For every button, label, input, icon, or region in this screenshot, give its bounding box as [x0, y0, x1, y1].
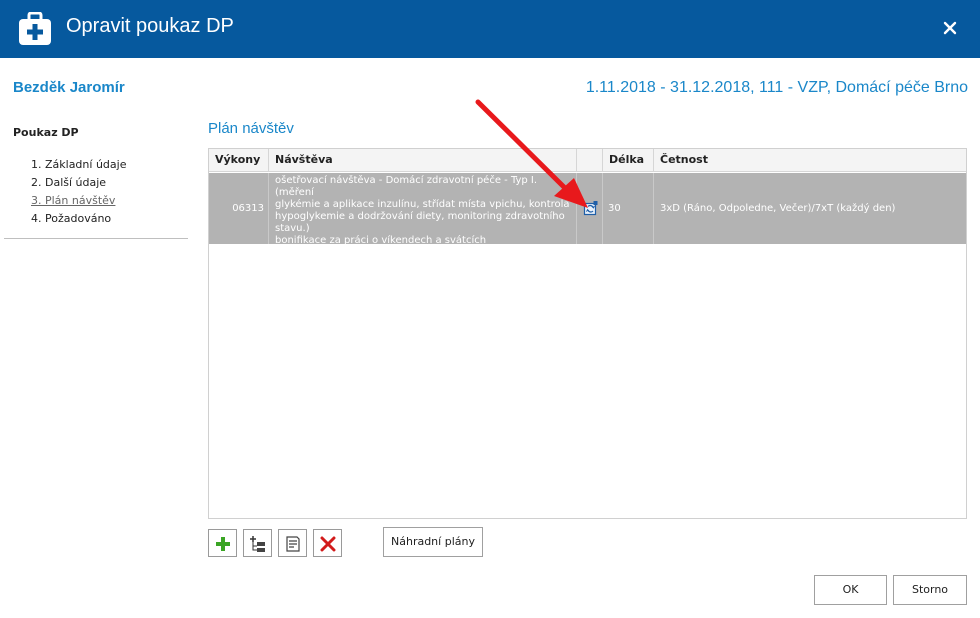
sidebar-item-other-info[interactable]: 2. Další údaje	[31, 174, 126, 192]
close-icon[interactable]	[940, 18, 960, 38]
delete-icon	[320, 536, 336, 552]
annotation-arrow-icon	[475, 99, 588, 208]
add-subitem-button[interactable]	[243, 529, 272, 557]
row-procedure-code: 06313	[209, 173, 269, 244]
add-icon	[216, 537, 230, 551]
column-header-length[interactable]: Délka	[603, 149, 654, 172]
sidebar-item-visit-plan[interactable]: 3. Plán návštěv	[31, 192, 126, 210]
voucher-period: 1.11.2018 - 31.12.2018, 111 - VZP, Domác…	[585, 79, 968, 96]
column-header-frequency[interactable]: Četnost	[654, 149, 966, 172]
add-button[interactable]	[208, 529, 237, 557]
column-header-procedures[interactable]: Výkony	[209, 149, 269, 172]
ok-button[interactable]: OK	[814, 575, 887, 605]
medical-kit-icon	[19, 12, 51, 45]
visit-line: bonifikace za práci o víkendech a svátcí…	[275, 235, 487, 246]
sidebar-divider	[4, 238, 188, 239]
delete-button[interactable]	[313, 529, 342, 557]
title-bar: Opravit poukaz DP	[0, 0, 980, 58]
sidebar-item-requested[interactable]: 4. Požadováno	[31, 210, 126, 228]
row-length: 30	[603, 173, 654, 244]
visit-line: stavu.)	[275, 223, 310, 234]
add-subitem-icon	[250, 536, 265, 552]
edit-button[interactable]	[278, 529, 307, 557]
section-title: Plán návštěv	[208, 120, 294, 137]
replacement-plans-button[interactable]: Náhradní plány	[383, 527, 483, 557]
sidebar-title: Poukaz DP	[13, 126, 79, 139]
cancel-button[interactable]: Storno	[893, 575, 967, 605]
patient-name: Bezděk Jaromír	[13, 79, 125, 96]
sidebar-item-basic-info[interactable]: 1. Základní údaje	[31, 156, 126, 174]
window-title: Opravit poukaz DP	[66, 15, 234, 37]
edit-icon	[286, 536, 300, 552]
row-frequency: 3xD (Ráno, Odpoledne, Večer)/7xT (každý …	[660, 203, 896, 214]
sidebar-nav: 1. Základní údaje 2. Další údaje 3. Plán…	[31, 156, 126, 228]
